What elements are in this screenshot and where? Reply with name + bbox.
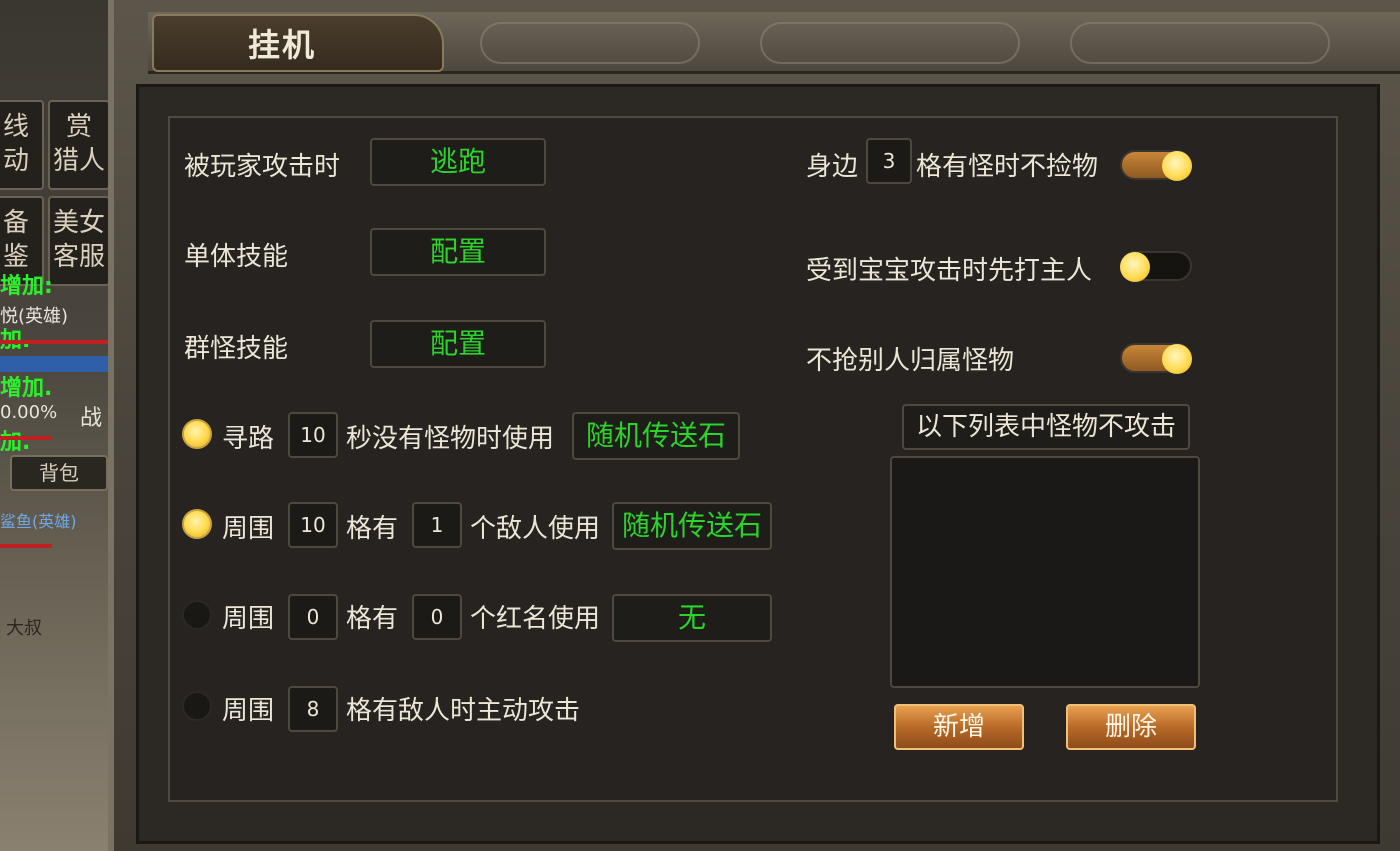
ornament-scroll-3 bbox=[1070, 22, 1330, 64]
pack-button[interactable]: 背包 bbox=[10, 455, 108, 491]
single-skill-config-button[interactable]: 配置 bbox=[370, 228, 546, 276]
redname-item-button[interactable]: 无 bbox=[612, 594, 772, 642]
menu-cell-service-line1: 美女 bbox=[52, 208, 105, 238]
attack-owner-toggle-knob bbox=[1120, 252, 1150, 282]
pathfind-label: 寻路 bbox=[222, 424, 275, 454]
menu-cell-event[interactable]: 线 动 bbox=[0, 100, 44, 190]
attack-owner-toggle[interactable] bbox=[1120, 251, 1192, 282]
redname-radio[interactable] bbox=[182, 600, 212, 630]
hero-health-bar bbox=[0, 436, 52, 440]
menu-cell-event-line1: 线 bbox=[2, 112, 29, 142]
add-button[interactable]: 新增 bbox=[894, 704, 1024, 750]
menu-cell-service-line2: 客服 bbox=[52, 242, 105, 272]
ornament-scroll-1 bbox=[480, 22, 700, 64]
enemy-nearby-radio[interactable] bbox=[182, 509, 212, 539]
ignore-monster-list[interactable] bbox=[890, 456, 1200, 688]
auto-attack-range-input[interactable]: 8 bbox=[288, 686, 338, 732]
single-skill-label: 单体技能 bbox=[184, 242, 289, 272]
npc-label: 大叔 bbox=[6, 618, 42, 639]
green-status-2: 加. bbox=[0, 322, 30, 354]
percent-label: 0.00% bbox=[0, 402, 58, 423]
pathfind-item-button[interactable]: 随机传送石 bbox=[572, 412, 740, 460]
enemy-use-label: 个敌人使用 bbox=[470, 514, 601, 544]
pathfind-radio[interactable] bbox=[182, 419, 212, 449]
enemy-range-input[interactable]: 10 bbox=[288, 502, 338, 548]
redname-cells-label: 格有 bbox=[346, 604, 399, 634]
redname-around-label: 周围 bbox=[222, 604, 275, 634]
ignore-list-header: 以下列表中怪物不攻击 bbox=[902, 404, 1190, 450]
hero2-health-bar bbox=[0, 544, 52, 548]
window-title: 挂机 bbox=[248, 26, 317, 64]
enemy-item-button[interactable]: 随机传送石 bbox=[612, 502, 772, 550]
health-bar bbox=[0, 340, 108, 344]
no-pickup-range-input[interactable]: 3 bbox=[866, 138, 912, 184]
ornament-scroll-2 bbox=[760, 22, 1020, 64]
redname-range-input[interactable]: 0 bbox=[288, 594, 338, 640]
no-steal-toggle[interactable] bbox=[1120, 343, 1192, 374]
attack-owner-label: 受到宝宝攻击时先打主人 bbox=[806, 256, 1093, 286]
enemy-cells-label: 格有 bbox=[346, 514, 399, 544]
auto-attack-around-label: 周围 bbox=[222, 696, 275, 726]
redname-use-label: 个红名使用 bbox=[470, 604, 601, 634]
battle-label[interactable]: 战 bbox=[80, 400, 102, 432]
attacked-by-player-action-button[interactable]: 逃跑 bbox=[370, 138, 546, 186]
enemy-around-label: 周围 bbox=[222, 514, 275, 544]
attacked-by-player-label: 被玩家攻击时 bbox=[184, 152, 341, 182]
redname-count-input[interactable]: 0 bbox=[412, 594, 462, 640]
delete-button[interactable]: 删除 bbox=[1066, 704, 1196, 750]
menu-cell-bounty-line2: 猎人 bbox=[52, 146, 105, 176]
green-status-4: 加. bbox=[0, 430, 31, 455]
menu-cell-bounty-hunter[interactable]: 赏 猎人 bbox=[48, 100, 110, 190]
enemy-count-input[interactable]: 1 bbox=[412, 502, 462, 548]
no-pickup-prefix-label: 身边 bbox=[806, 152, 859, 182]
green-status-3: 增加. bbox=[0, 376, 53, 401]
group-skill-label: 群怪技能 bbox=[184, 334, 289, 364]
no-pickup-toggle-knob bbox=[1162, 151, 1192, 181]
no-steal-label: 不抢别人归属怪物 bbox=[806, 346, 1015, 376]
no-steal-toggle-knob bbox=[1162, 344, 1192, 374]
menu-cell-bounty-line1: 赏 bbox=[65, 112, 92, 142]
group-skill-config-button[interactable]: 配置 bbox=[370, 320, 546, 368]
no-pickup-toggle[interactable] bbox=[1120, 150, 1192, 181]
menu-cell-customer-service[interactable]: 美女 客服 bbox=[48, 196, 110, 286]
pathfind-seconds-input[interactable]: 10 bbox=[288, 412, 338, 458]
auto-attack-radio[interactable] bbox=[182, 691, 212, 721]
auto-attack-desc-label: 格有敌人时主动攻击 bbox=[346, 696, 581, 726]
hero-name-2: 鲨鱼(英雄) bbox=[0, 512, 77, 531]
menu-cell-event-line2: 动 bbox=[2, 146, 29, 176]
green-status-1: 增加: bbox=[0, 274, 53, 299]
no-pickup-desc-label: 格有怪时不捡物 bbox=[916, 152, 1099, 182]
menu-cell-equipment-line1: 备 bbox=[2, 208, 29, 238]
pathfind-desc-label: 秒没有怪物时使用 bbox=[346, 424, 555, 454]
